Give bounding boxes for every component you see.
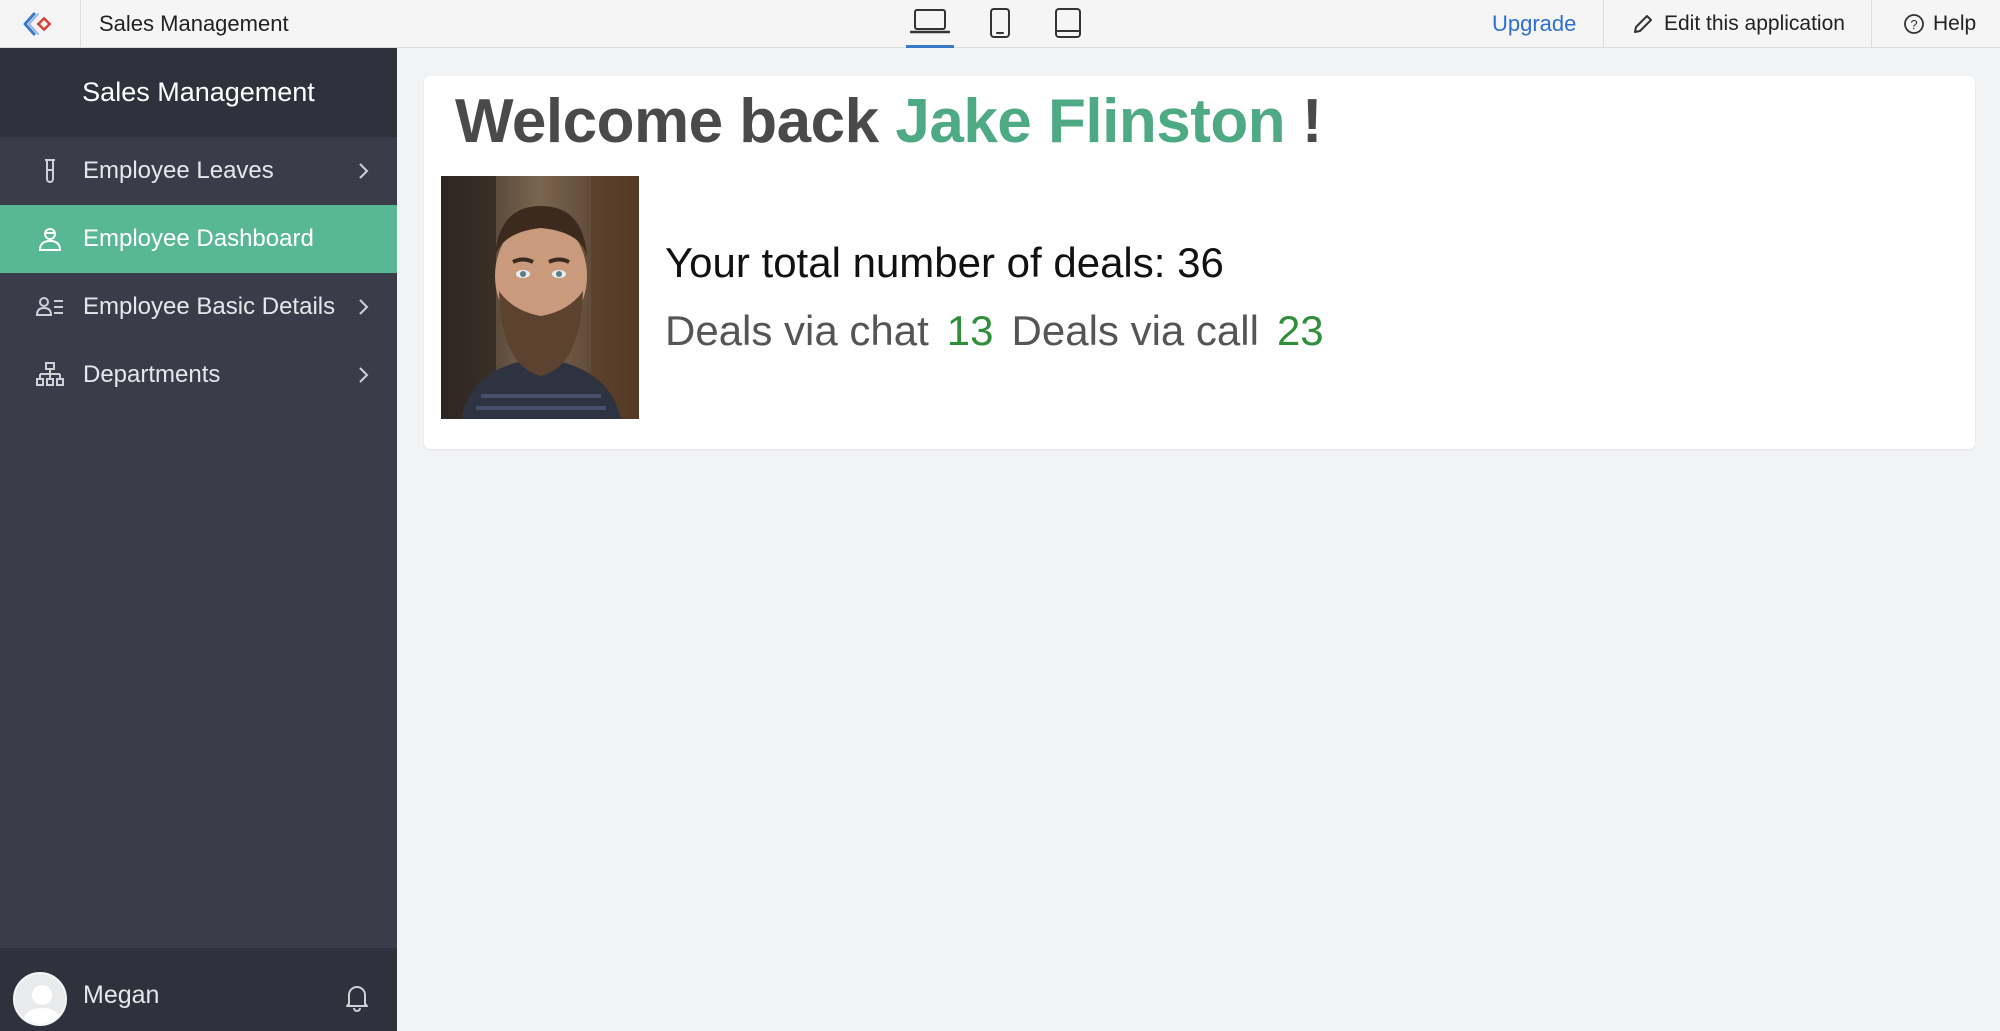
sidebar-item-employee-dashboard[interactable]: Employee Dashboard — [0, 205, 397, 273]
tablet-icon — [1055, 8, 1081, 38]
chevron-right-icon — [359, 163, 369, 179]
welcome-card: Welcome back Jake Flinston ! Your total … — [424, 76, 1975, 449]
divider — [1871, 0, 1872, 48]
upgrade-link[interactable]: Upgrade — [1492, 10, 1576, 38]
total-deals-label: Your total number of deals: 36 — [665, 239, 1224, 286]
sidebar-item-employee-leaves[interactable]: Employee Leaves — [0, 137, 397, 205]
welcome-prefix: Welcome back — [455, 87, 879, 156]
deals-via-call-count: 23 — [1276, 307, 1324, 354]
sidebar-item-label: Employee Dashboard — [83, 225, 314, 252]
edit-application-button[interactable]: Edit this application — [1632, 10, 1845, 38]
laptop-view-button[interactable] — [906, 6, 954, 48]
app-title: Sales Management — [99, 11, 289, 36]
sidebar-item-label: Departments — [83, 361, 221, 388]
pencil-icon — [1634, 15, 1652, 33]
phone-icon — [990, 8, 1010, 38]
app-logo-icon[interactable] — [20, 6, 56, 42]
help-label: Help — [1933, 12, 1977, 35]
sidebar-item-label: Employee Leaves — [83, 157, 274, 184]
sidebar-item-label: Employee Basic Details — [83, 293, 336, 320]
deals-via-chat-label: Deals via chat — [665, 307, 929, 354]
sidebar-user-footer: Megan — [0, 948, 397, 1031]
sidebar: Sales Management Employee Leaves Employe… — [0, 48, 397, 1031]
sidebar-item-departments[interactable]: Departments — [0, 341, 397, 409]
chevron-right-icon — [359, 299, 369, 315]
employee-photo — [441, 176, 639, 419]
laptop-icon — [910, 9, 950, 34]
divider — [1603, 0, 1604, 48]
sidebar-title: Sales Management — [0, 48, 397, 137]
employee-portrait — [441, 176, 639, 419]
welcome-heading: Welcome back Jake Flinston ! — [455, 86, 1322, 157]
question-circle-icon: ? — [1904, 14, 1924, 34]
bell-icon[interactable] — [343, 982, 371, 1012]
help-button[interactable]: ? Help — [1903, 10, 1976, 38]
person-list-icon — [36, 297, 63, 316]
employee-name: Jake Flinston — [895, 87, 1286, 156]
edit-application-label: Edit this application — [1664, 12, 1845, 35]
tablet-view-button[interactable] — [1044, 6, 1092, 48]
deals-via-chat-count: 13 — [946, 307, 994, 354]
avatar[interactable] — [13, 972, 67, 1026]
org-chart-icon — [36, 362, 64, 386]
user-name: Megan — [83, 981, 160, 1009]
top-bar: Sales Management Upgrade Edit this appli… — [0, 0, 2000, 48]
chevron-right-icon — [359, 367, 369, 383]
employee-icon — [38, 228, 62, 251]
deals-breakdown: Deals via chat 13 Deals via call 23 — [665, 307, 1324, 355]
welcome-suffix: ! — [1301, 87, 1323, 156]
divider — [80, 0, 81, 48]
svg-text:?: ? — [1910, 17, 1917, 32]
deals-via-call-label: Deals via call — [1011, 307, 1259, 354]
test-tube-icon — [45, 159, 55, 183]
phone-view-button[interactable] — [976, 6, 1024, 48]
sidebar-item-employee-basic-details[interactable]: Employee Basic Details — [0, 273, 397, 341]
user-silhouette-icon — [22, 985, 62, 1024]
